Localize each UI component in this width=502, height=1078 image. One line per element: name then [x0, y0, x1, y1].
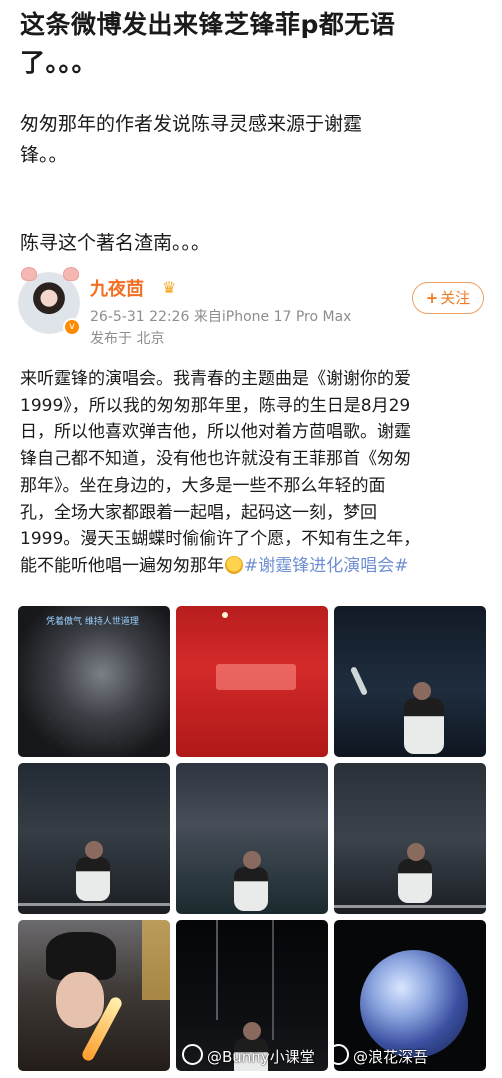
photo-tile[interactable]: [334, 606, 486, 757]
intro-paragraph-1: 匆匆那年的作者发说陈寻灵感来源于谢霆 锋。。: [20, 109, 480, 171]
post-location: 发布于 北京: [90, 331, 165, 347]
post-line: 锋自己都不知道，没有他也许就没有王菲那首《匆匆: [20, 449, 411, 470]
post-line: 日，所以他喜欢弹吉他，所以他对着方茴唱歌。谢霆: [20, 422, 411, 443]
photo-tile[interactable]: @浪花深吾: [334, 920, 486, 1071]
photo-tile[interactable]: [18, 763, 170, 914]
headline-line-2: 了。。。: [20, 48, 98, 77]
photo-grid: 凭着傲气 维持人世道理 @Bunny小课堂 @浪花深吾: [18, 606, 486, 1071]
post-line: 来听霆锋的演唱会。我青春的主题曲是《谢谢你的爱: [20, 369, 411, 389]
intro-paragraph-2: 陈寻这个著名渣南。。。: [20, 232, 211, 254]
headline-line-1: 这条微博发出来锋芝锋菲p都无语: [20, 10, 396, 39]
watermark-text: @Bunny小课堂: [207, 1048, 315, 1066]
post-line: 孔，全场大家都跟着一起唱，起码这一刻，梦回: [20, 502, 377, 523]
photo-tile[interactable]: [334, 763, 486, 914]
avatar[interactable]: v: [18, 267, 81, 336]
photo-tile[interactable]: [176, 606, 328, 757]
weibo-icon: [182, 1044, 203, 1065]
photo-tile[interactable]: 凭着傲气 维持人世道理: [18, 606, 170, 757]
hashtag-link[interactable]: #谢霆锋进化演唱会#: [244, 556, 409, 576]
post-line: 那年》。坐在身边的，大多是一些不那么年轻的面: [20, 475, 386, 496]
thinking-face-icon: [225, 555, 243, 574]
weibo-icon: [334, 1044, 349, 1065]
post-line-text: 能不能听他唱一遍匆匆那年: [20, 555, 224, 576]
post-meta: 26-5-31 22:26 来自iPhone 17 Pro Max: [90, 309, 352, 325]
photo-tile[interactable]: @Bunny小课堂: [176, 920, 328, 1071]
post-line-last: 能不能听他唱一遍匆匆那年 #谢霆锋进化演唱会#: [20, 553, 482, 580]
photo-tile[interactable]: [176, 763, 328, 914]
plus-icon: +: [425, 289, 439, 307]
headline: 这条微博发出来锋芝锋菲p都无语 了。。。: [20, 6, 480, 82]
intro-line-1b: 锋。。: [20, 144, 68, 166]
photo-watermark: @浪花深吾: [334, 1044, 428, 1067]
username[interactable]: 九夜茴: [90, 275, 144, 301]
follow-button[interactable]: + 关注: [412, 282, 484, 314]
watermark-text: @浪花深吾: [353, 1048, 429, 1066]
avatar-ear-right-icon: [63, 267, 79, 281]
follow-label: 关注: [440, 289, 471, 307]
post-header: v 九夜茴 ♛ 26-5-31 22:26 来自iPhone 17 Pro Ma…: [18, 267, 488, 350]
intro-line-1: 匆匆那年的作者发说陈寻灵感来源于谢霆: [20, 113, 363, 135]
photo-tile[interactable]: [18, 920, 170, 1071]
photo-watermark: @Bunny小课堂: [182, 1044, 315, 1067]
post-line: 1999》，所以我的匆匆那年里，陈寻的生日是8月29: [20, 395, 411, 416]
crown-icon: ♛: [162, 278, 177, 297]
avatar-ear-left-icon: [21, 267, 37, 281]
post-line: 1999。漫天玉蝴蝶时偷偷许了个愿，不知有生之年，: [20, 529, 421, 550]
photo-caption: 凭着傲气 维持人世道理: [46, 617, 139, 627]
post-body: 来听霆锋的演唱会。我青春的主题曲是《谢谢你的爱 1999》，所以我的匆匆那年里，…: [20, 366, 482, 580]
verified-badge-icon: v: [63, 318, 81, 336]
